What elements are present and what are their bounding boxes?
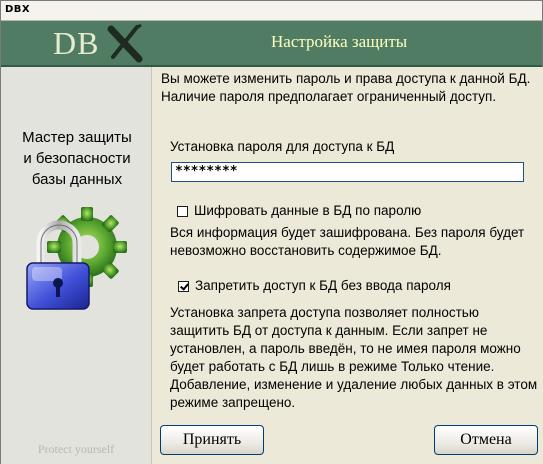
header-banner: DB Настройка защиты (1, 21, 542, 67)
wizard-title-line: и безопасности (23, 150, 131, 167)
deny-access-description: Установка запрета доступа позволяет полн… (170, 305, 538, 410)
protect-yourself-caption: Protect yourself (37, 442, 115, 456)
wizard-title-line: Мастер защиты (22, 129, 132, 146)
lock-gear-icon (26, 207, 127, 310)
wizard-title-line: базы данных (31, 171, 123, 188)
encrypt-checkbox-row[interactable]: Шифровать данные в БД по паролю (177, 202, 421, 220)
encrypt-checkbox[interactable] (177, 205, 188, 217)
main-content: Вы можете изменить пароль и права доступ… (151, 67, 543, 464)
window-title: DBX (5, 4, 31, 15)
deny-access-checkbox[interactable] (178, 280, 189, 292)
encrypt-description: Вся информация будет зашифрована. Без па… (170, 225, 525, 258)
wizard-title: Мастер защиты и безопасности базы данных (7, 127, 147, 190)
cancel-button[interactable]: Отмена (434, 425, 538, 455)
intro-text: Вы можете изменить пароль и права доступ… (161, 71, 531, 104)
dialog-window: DBX DB Настройка защиты Мастер защиты и … (0, 0, 543, 464)
encrypt-checkbox-label: Шифровать данные в БД по паролю (194, 203, 422, 218)
page-title: Настройка защиты (271, 32, 408, 51)
password-label: Установка пароля для доступа к БД (170, 139, 395, 154)
sidebar: Мастер защиты и безопасности базы данных (1, 67, 151, 464)
accept-button[interactable]: Принять (160, 425, 264, 455)
deny-access-checkbox-label: Запретить доступ к БД без ввода пароля (195, 278, 451, 293)
logo-x-icon (107, 23, 143, 63)
deny-access-checkbox-row[interactable]: Запретить доступ к БД без ввода пароля (178, 277, 451, 295)
logo-text: DB (53, 25, 100, 61)
title-bar[interactable]: DBX (1, 1, 542, 21)
password-field[interactable]: ******** (171, 162, 524, 182)
